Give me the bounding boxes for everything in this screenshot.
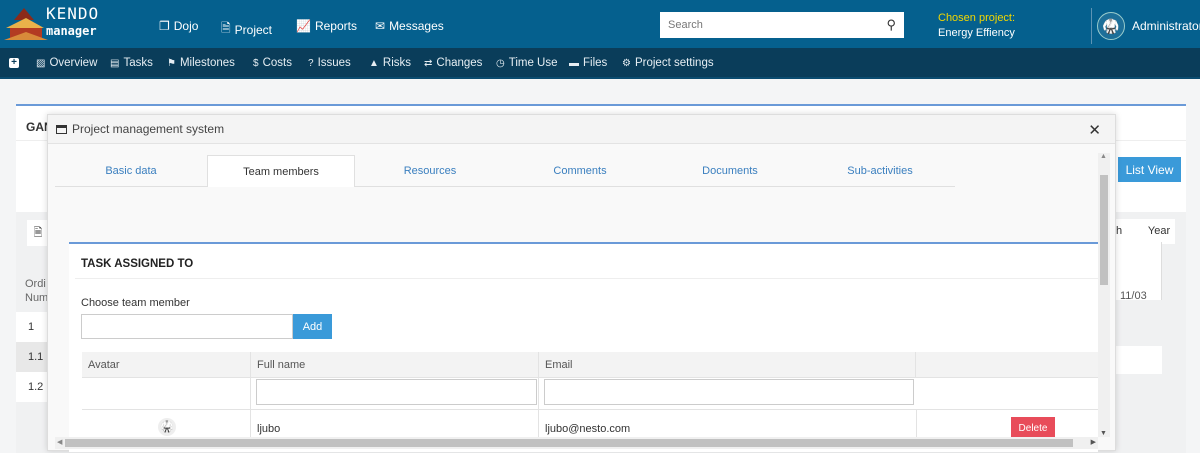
- delete-button[interactable]: Delete: [1011, 417, 1055, 439]
- window-icon: ❐: [159, 19, 170, 33]
- subnav-label: Issues: [317, 57, 351, 69]
- add-icon[interactable]: +: [9, 58, 19, 68]
- col-header: Ordi: [25, 278, 46, 290]
- search-placeholder: Search: [668, 19, 703, 31]
- subnav-icon: ?: [308, 57, 314, 69]
- avatar[interactable]: 🥋: [1097, 12, 1125, 40]
- subnav-time-use[interactable]: ◷ Time Use: [496, 57, 558, 69]
- pagoda-icon: [4, 8, 48, 40]
- add-button[interactable]: Add: [293, 314, 332, 339]
- tab-basic-data[interactable]: Basic data: [55, 155, 207, 187]
- subnav-icon: ▨: [36, 57, 46, 69]
- subnav-icon: ⚑: [167, 57, 176, 69]
- tab-resources[interactable]: Resources: [355, 155, 505, 187]
- nav-dojo[interactable]: ❐ Dojo: [159, 19, 198, 33]
- dialog-header: Project management system ✕: [48, 115, 1115, 144]
- view-year[interactable]: Year: [1143, 219, 1175, 244]
- column-email[interactable]: Email: [545, 359, 573, 371]
- search-input[interactable]: Search ⚲: [660, 12, 904, 38]
- window-icon: [56, 124, 67, 134]
- brand-name: KENDO: [46, 4, 100, 23]
- col-header: Num: [25, 292, 49, 304]
- subnav-tasks[interactable]: ▤ Tasks: [110, 57, 153, 69]
- subnav-label: Milestones: [179, 57, 235, 69]
- subnav-label: Costs: [262, 57, 292, 69]
- subnav-changes[interactable]: ⇄ Changes: [424, 57, 482, 69]
- project-dialog: Project management system ✕ Basic data T…: [47, 114, 1116, 452]
- subnav-label: Files: [583, 57, 608, 69]
- list-view-button[interactable]: List View: [1118, 157, 1181, 182]
- tab-comments[interactable]: Comments: [505, 155, 655, 187]
- column-avatar: Avatar: [88, 359, 120, 371]
- subnav-icon: ▲: [369, 57, 379, 69]
- subnav-milestones[interactable]: ⚑ Milestones: [167, 57, 235, 69]
- nav-reports[interactable]: 📈 Reports: [296, 19, 357, 33]
- tab-team-members[interactable]: Team members: [207, 155, 355, 187]
- vertical-scrollbar[interactable]: ▲ ▼: [1098, 153, 1110, 437]
- tab-documents[interactable]: Documents: [655, 155, 805, 187]
- filter-full-name[interactable]: [256, 379, 537, 405]
- view-month[interactable]: th: [1113, 219, 1143, 244]
- subnav-icon: $: [253, 57, 259, 69]
- subnav-icon: ◷: [496, 57, 505, 69]
- subnav-icon: ▤: [110, 57, 120, 69]
- nav-label: Project: [234, 22, 273, 37]
- divider: [1091, 8, 1092, 44]
- project-name[interactable]: Energy Effiency: [938, 27, 1015, 39]
- document-icon: 🗎: [221, 21, 231, 35]
- subnav-label: Risks: [382, 57, 412, 69]
- subnav-label: Time Use: [508, 57, 558, 69]
- subnav-icon: ▬: [569, 57, 579, 69]
- subnav-project-settings[interactable]: ⚙ Project settings: [622, 57, 714, 69]
- pdf-icon[interactable]: 🗎: [27, 220, 49, 246]
- subnav-risks[interactable]: ▲ Risks: [369, 57, 411, 69]
- horizontal-scrollbar[interactable]: ◀ ▶: [55, 437, 1098, 449]
- subnav-overview[interactable]: ▨ Overview: [36, 57, 97, 69]
- choose-label: Choose team member: [81, 297, 190, 309]
- member-email: ljubo@nesto.com: [545, 423, 631, 435]
- filter-email[interactable]: [544, 379, 914, 405]
- envelope-icon: ✉: [375, 19, 386, 33]
- team-member-input[interactable]: [81, 314, 293, 339]
- subnav-label: Changes: [436, 57, 483, 69]
- nav-messages[interactable]: ✉ Messages: [375, 19, 444, 33]
- search-icon[interactable]: ⚲: [886, 17, 896, 33]
- section-title: TASK ASSIGNED TO: [81, 258, 194, 270]
- top-bar: KENDO manager ❐ Dojo 🗎 Project 📈 Reports ✉ M…: [0, 0, 1200, 48]
- team-panel: TASK ASSIGNED TO Choose team member Add …: [69, 242, 1098, 452]
- avatar: 🥋: [158, 418, 176, 436]
- subnav-icon: ⚙: [622, 57, 631, 69]
- nav-label: Messages: [389, 19, 444, 33]
- member-name: ljubo: [257, 423, 281, 435]
- chart-icon: 📈: [296, 19, 311, 33]
- subnav-label: Tasks: [123, 57, 153, 69]
- user-name[interactable]: Administrator: [1132, 19, 1200, 33]
- column-full-name[interactable]: Full name: [257, 359, 305, 371]
- brand-sub: manager: [46, 24, 97, 38]
- subnav-icon: ⇄: [424, 57, 433, 69]
- tab-sub-activities[interactable]: Sub-activities: [805, 155, 955, 187]
- project-nav: + ▨ Overview ▤ Tasks ⚑ Milestones $ Costs? Issue…: [0, 48, 1200, 79]
- subnav-costs[interactable]: $ Costs: [253, 57, 292, 69]
- subnav-label: Project settings: [634, 57, 714, 69]
- project-label: Chosen project:: [938, 12, 1016, 24]
- gantt-date: 11/03: [1110, 242, 1162, 302]
- subnav-issues[interactable]: ? Issues: [308, 57, 351, 69]
- dialog-title: Project management system: [72, 122, 225, 136]
- subnav-label: Overview: [49, 57, 98, 69]
- nav-project[interactable]: 🗎 Project: [221, 19, 272, 40]
- nav-label: Reports: [314, 19, 357, 33]
- subnav-files[interactable]: ▬ Files: [569, 57, 607, 69]
- nav-label: Dojo: [173, 19, 199, 33]
- close-icon[interactable]: ✕: [1088, 121, 1101, 139]
- brand-logo[interactable]: KENDO manager: [4, 6, 116, 44]
